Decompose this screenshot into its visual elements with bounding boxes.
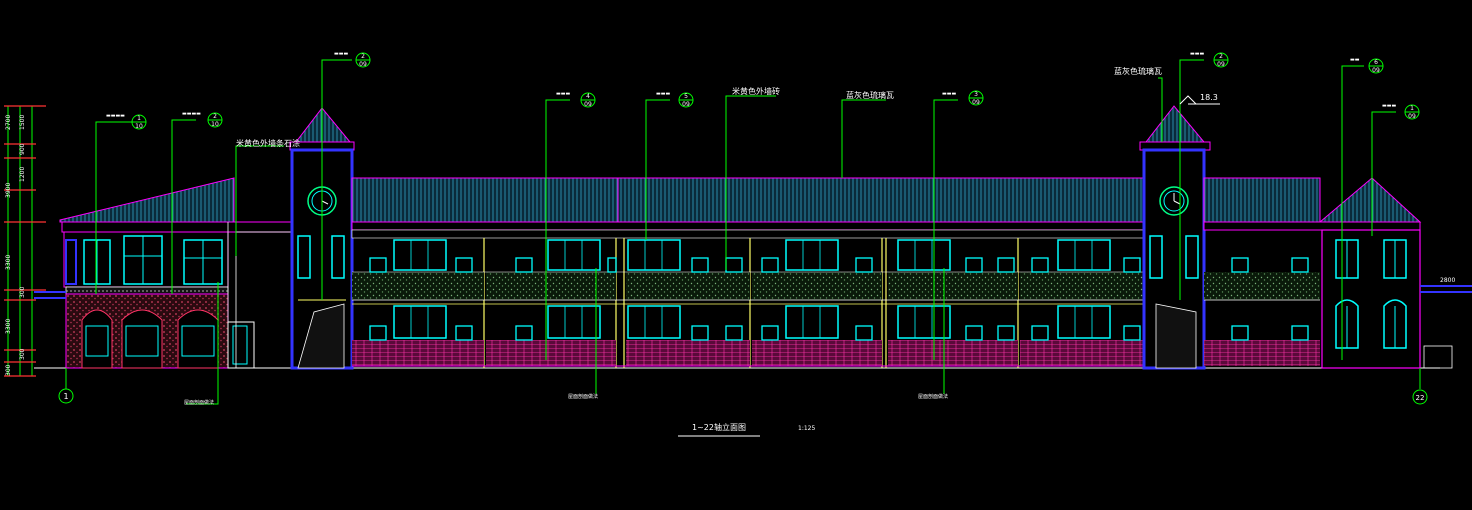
dim-label: 300 [5, 364, 12, 376]
dim-label: 300 [19, 286, 26, 298]
svg-text:1: 1 [1410, 105, 1414, 112]
svg-text:10: 10 [135, 123, 143, 130]
dim-label: 1500 [19, 115, 26, 130]
svg-text:1: 1 [63, 392, 68, 401]
elevation-drawing: 2700 1500 900 1200 3900 3300 300 3300 30… [4, 51, 1472, 437]
svg-text:09: 09 [1217, 61, 1225, 68]
dim-label: 1200 [19, 167, 26, 182]
svg-text:1: 1 [137, 115, 141, 122]
drawing-title-block: 1~22轴立面图 1:125 [678, 422, 815, 437]
right-clock-tower [1139, 105, 1211, 370]
svg-text:4: 4 [586, 93, 590, 100]
note-detail-mid-2: 屋面剖面做法 [918, 393, 948, 400]
svg-text:09: 09 [359, 61, 367, 68]
svg-text:2: 2 [1219, 53, 1223, 60]
svg-text:09: 09 [972, 99, 980, 106]
svg-text:2: 2 [213, 113, 217, 120]
dim-label: 3300 [5, 319, 12, 334]
svg-text:▬▬▬▬: ▬▬▬▬ [106, 113, 125, 119]
dim-label: 2700 [5, 115, 12, 130]
svg-text:18.3: 18.3 [1200, 93, 1218, 102]
svg-text:▬▬▬: ▬▬▬ [334, 51, 348, 57]
right-wing [1203, 177, 1472, 369]
note-facade: 米黄色外墙条石涂 [236, 138, 300, 148]
left-dimension-chain: 2700 1500 900 1200 3900 3300 300 3300 30… [4, 105, 46, 377]
dim-label: 3900 [5, 183, 12, 198]
svg-text:▬▬▬: ▬▬▬ [1190, 51, 1204, 57]
note-roof-tile: 蓝灰色琉璃瓦 [846, 90, 894, 100]
svg-text:5: 5 [684, 93, 688, 100]
svg-text:▬▬▬: ▬▬▬ [1382, 103, 1396, 109]
note-detail-left: 屋面剖面做法 [184, 399, 214, 406]
svg-text:09: 09 [584, 101, 592, 108]
svg-text:10: 10 [211, 121, 219, 128]
svg-text:09: 09 [1408, 113, 1416, 120]
note-gable-tile: 蓝灰色琉璃瓦 [1114, 66, 1162, 76]
drawing-title: 1~22轴立面图 [692, 422, 746, 432]
svg-text:22: 22 [1416, 394, 1425, 402]
svg-text:▬▬▬▬: ▬▬▬▬ [182, 111, 201, 117]
central-block [351, 177, 1159, 368]
axis-marker-left: 1 [58, 368, 74, 404]
right-dim-label: 2800 [1440, 277, 1455, 284]
detail-callout: 3 09 ▬▬▬ [942, 90, 984, 106]
svg-text:▬▬▬: ▬▬▬ [556, 91, 570, 97]
svg-text:2: 2 [361, 53, 365, 60]
svg-text:3: 3 [974, 91, 978, 98]
dim-label: 900 [19, 143, 26, 155]
dim-label: 300 [19, 348, 26, 360]
svg-text:▬▬: ▬▬ [1350, 57, 1360, 63]
svg-text:09: 09 [682, 101, 690, 108]
elevation-mark: 18.3 [1179, 93, 1220, 105]
svg-text:▬▬▬: ▬▬▬ [942, 91, 956, 97]
drawing-scale: 1:125 [798, 425, 815, 432]
svg-text:09: 09 [1372, 67, 1380, 74]
svg-text:▬▬▬: ▬▬▬ [656, 91, 670, 97]
note-wall-tile: 米黄色外墙砖 [732, 86, 780, 96]
dim-label: 3300 [5, 255, 12, 270]
axis-marker-right: 22 [1412, 368, 1428, 405]
svg-text:6: 6 [1374, 59, 1378, 66]
note-detail-mid-1: 屋面剖面做法 [568, 393, 598, 400]
